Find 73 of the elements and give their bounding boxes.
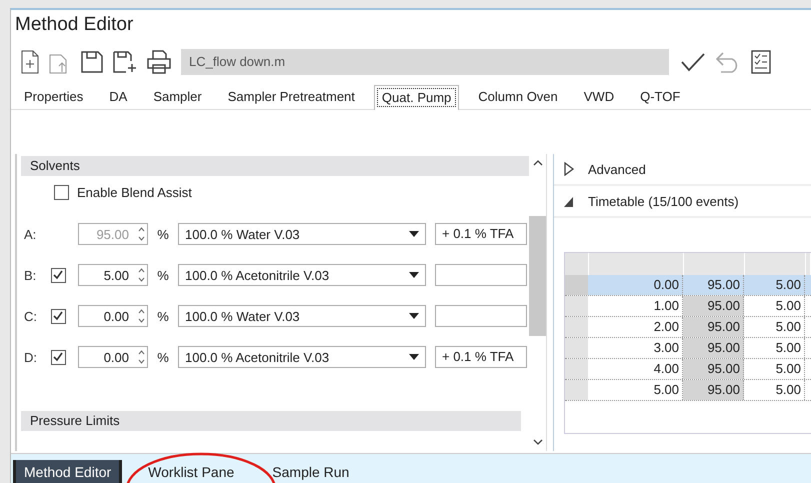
scroll-up-icon[interactable]	[532, 160, 542, 166]
channel-label: C:	[24, 308, 38, 324]
checkbox[interactable]	[50, 350, 66, 364]
module-tab[interactable]: Sampler Pretreatment	[220, 85, 362, 109]
percent-spinbox[interactable]: 0.00	[78, 346, 148, 368]
table-cell: 95.00	[683, 380, 744, 400]
percent-spinbox[interactable]: 5.00	[78, 264, 148, 286]
table-cell: 5.00	[744, 380, 805, 400]
spin-arrows-icon[interactable]	[138, 308, 144, 324]
table-cell: 95.00	[683, 296, 744, 316]
channel-label: A:	[24, 226, 38, 242]
additive-field[interactable]	[435, 264, 527, 286]
module-tab[interactable]: Q-TOF	[633, 85, 688, 109]
module-tab[interactable]: Sampler	[146, 85, 209, 109]
table-row[interactable]: 4.00 95.00 5.00	[565, 359, 811, 380]
method-file-field[interactable]: LC_flow down.m	[181, 49, 669, 75]
pane-tab[interactable]: Sample Run	[260, 460, 362, 483]
caret-icon[interactable]	[409, 354, 419, 360]
table-cell: 95.00	[683, 275, 744, 295]
section-header[interactable]: Solvents	[21, 156, 529, 176]
print-icon[interactable]	[147, 50, 171, 74]
expander-header[interactable]: Timetable (15/100 events)	[554, 186, 811, 218]
unit-label: %	[156, 268, 170, 282]
solvent-dropdown[interactable]: 100.0 % Water V.03	[178, 305, 426, 327]
checkbox[interactable]	[54, 185, 69, 200]
scroll-down-icon[interactable]	[532, 439, 542, 445]
caret-icon[interactable]	[409, 272, 419, 278]
module-tab[interactable]: Column Oven	[471, 85, 565, 109]
table-cell: 0.00	[588, 275, 683, 295]
additive-field[interactable]: + 0.1 % TFA	[435, 346, 527, 368]
unit-label: %	[156, 350, 170, 364]
save-as-icon[interactable]	[113, 51, 137, 73]
checkbox-label: Enable Blend Assist	[77, 185, 192, 200]
check-icon[interactable]	[681, 52, 705, 72]
solvent-dropdown[interactable]: 100.0 % Acetonitrile V.03	[178, 264, 426, 286]
module-tab[interactable]: Properties	[17, 85, 90, 109]
solvent-dropdown[interactable]: 100.0 % Acetonitrile V.03	[178, 346, 426, 368]
table-row[interactable]: 2.00 95.00 5.00	[565, 317, 811, 338]
table-cell: 5.00	[744, 359, 805, 379]
unit-label: %	[156, 308, 170, 324]
table-row[interactable]: 1.00 95.00 5.00	[565, 296, 811, 317]
channel-label: D:	[24, 350, 38, 364]
table-row[interactable]: 0.00 95.00 5.00	[565, 275, 811, 296]
table-cell: 5.00	[744, 296, 805, 316]
window-title: Method Editor	[14, 13, 134, 37]
save-icon[interactable]	[81, 51, 103, 73]
new-file-icon[interactable]	[21, 50, 39, 74]
module-tab[interactable]: DA	[102, 85, 134, 109]
checklist-icon[interactable]	[751, 50, 771, 74]
checkbox[interactable]	[50, 268, 66, 282]
additive-field[interactable]	[435, 305, 527, 327]
table-cell: 95.00	[683, 317, 744, 337]
caret-icon[interactable]	[409, 313, 419, 319]
channel-label: B:	[24, 268, 38, 282]
table-cell: 95.00	[683, 359, 744, 379]
table-row[interactable]: 3.00 95.00 5.00	[565, 338, 811, 359]
module-tab[interactable]: VWD	[576, 85, 622, 109]
percent-spinbox[interactable]: 0.00	[78, 305, 148, 327]
section-header[interactable]: Pressure Limits	[21, 411, 521, 431]
expander-header[interactable]: Advanced	[554, 154, 811, 186]
spin-arrows-icon[interactable]	[138, 349, 144, 365]
pane-tab[interactable]: Method Editor	[13, 460, 122, 483]
expand-triangle-icon[interactable]	[564, 162, 574, 176]
checkbox[interactable]	[50, 308, 66, 324]
spin-arrows-icon[interactable]	[138, 267, 144, 283]
table-cell: 95.00	[683, 338, 744, 358]
unit-label: %	[156, 226, 170, 242]
table-cell: 5.00	[744, 317, 805, 337]
caret-icon[interactable]	[409, 231, 419, 237]
table-cell: 5.00	[744, 275, 805, 295]
table-cell: 5.00	[744, 338, 805, 358]
table-row[interactable]: 5.00 95.00 5.00	[565, 380, 811, 401]
module-tab[interactable]: Quat. Pump	[374, 85, 460, 110]
